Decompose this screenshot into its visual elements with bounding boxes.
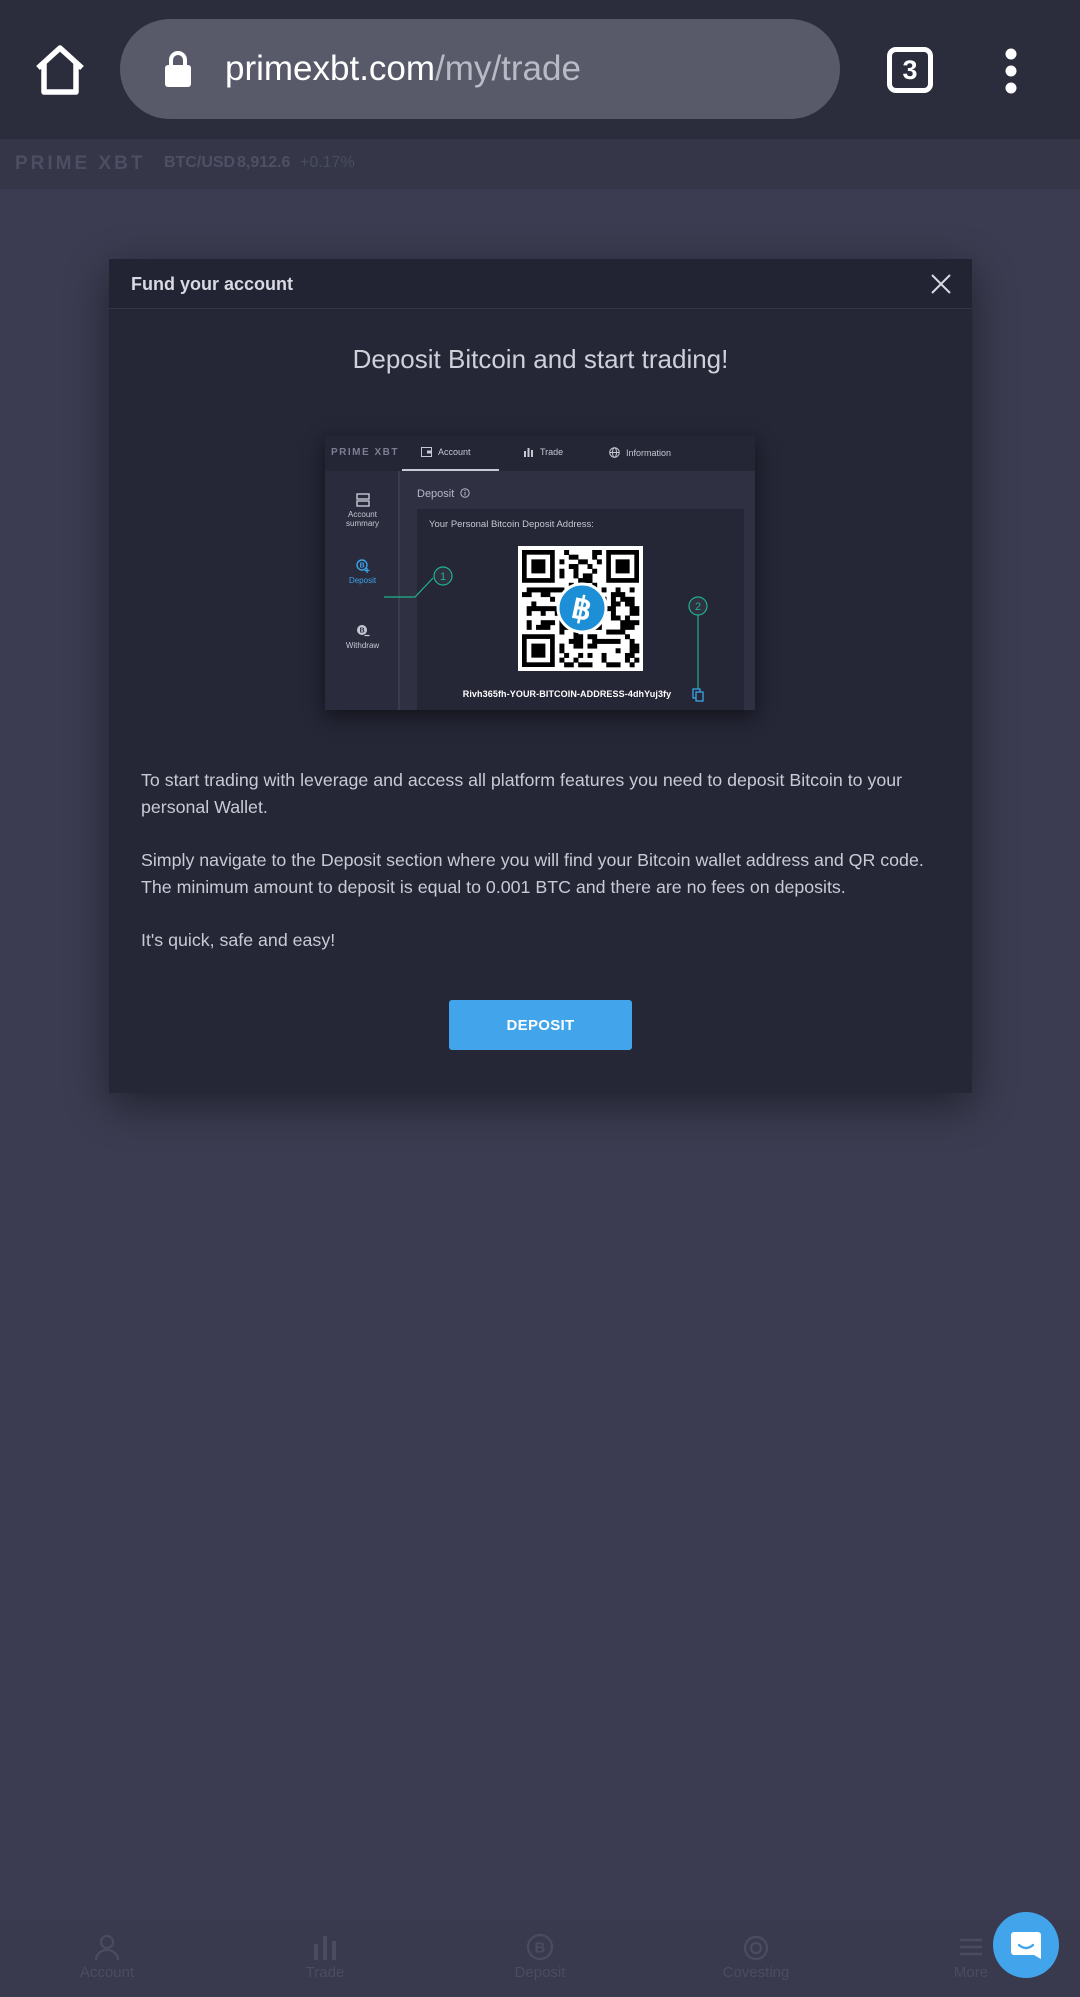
tabs-count-button[interactable]: 3 (887, 47, 933, 93)
ticker-change: +0.17% (300, 154, 355, 171)
paragraph-instructions: Simply navigate to the Deposit section w… (141, 850, 924, 897)
fund-account-modal: Fund your account Deposit Bitcoin and st… (109, 259, 972, 1093)
nav-covesting[interactable]: Covesting (676, 1932, 836, 1981)
chat-icon (1011, 1932, 1041, 1959)
browser-toolbar: primexbt.com/my/trade 3 (0, 0, 1080, 139)
coin-minus-icon: B (356, 625, 369, 637)
chat-button[interactable] (993, 1912, 1059, 1978)
globe-icon (609, 447, 620, 458)
chart-bars-icon (524, 448, 533, 457)
deposit-button[interactable]: DEPOSIT (449, 1000, 632, 1050)
illustration-deposit-label: Deposit (417, 488, 471, 500)
illustration-tab-indicator (402, 469, 499, 471)
svg-text:B: B (535, 1940, 546, 1957)
list-icon (355, 493, 370, 507)
modal-body: To start trading with leverage and acces… (141, 767, 941, 981)
illustration-tab-account: Account (421, 447, 471, 457)
chart-bars-icon (314, 1936, 336, 1960)
lock-icon (165, 51, 191, 87)
paragraph-intro: To start trading with leverage and acces… (141, 770, 903, 817)
illustration-address-panel: Your Personal Bitcoin Deposit Address: ฿… (417, 509, 744, 710)
bitcoin-coin-icon: B (526, 1933, 554, 1961)
ticker-price: 8,912.6 (237, 154, 291, 171)
app-header: PRIME XBT BTC/USD 8,912.6 +0.17% (0, 139, 1080, 189)
wallet-icon (421, 447, 432, 457)
app-logo: PRIME XBT (15, 153, 146, 174)
illustration-address-label: Your Personal Bitcoin Deposit Address: (429, 519, 594, 530)
svg-text:B: B (359, 563, 364, 570)
copy-icon (692, 688, 704, 702)
illustration-address: Rivh365fh-YOUR-BITCOIN-ADDRESS-4dhYuj3fy (462, 689, 672, 699)
home-icon[interactable] (32, 42, 88, 98)
close-icon[interactable] (930, 273, 952, 295)
bottom-navigation: Account Trade B Deposit Covesting More (0, 1920, 1080, 1997)
illustration-logo: PRIME XBT (331, 447, 399, 458)
user-icon (94, 1934, 120, 1961)
address-bar[interactable]: primexbt.com/my/trade (120, 19, 840, 119)
modal-heading: Deposit Bitcoin and start trading! (352, 344, 729, 374)
modal-title: Fund your account (131, 274, 293, 294)
illustration-topbar: PRIME XBT Account Trade Information (325, 436, 755, 471)
ticker-pair: BTC/USD (164, 154, 236, 171)
coin-plus-icon: B (355, 559, 369, 573)
illustration-sidebar-account-summary: Account summary (325, 493, 400, 528)
svg-text:B: B (359, 628, 364, 635)
modal-header: Fund your account (109, 259, 972, 309)
hamburger-icon (960, 1938, 982, 1956)
more-vert-icon[interactable] (996, 46, 1026, 96)
covesting-icon (743, 1935, 769, 1961)
info-icon (460, 488, 471, 498)
deposit-illustration: PRIME XBT Account Trade Information Acco… (325, 436, 755, 710)
qr-code-image: ฿ (518, 546, 643, 671)
illustration-sidebar: Account summary B Deposit B Withdraw (325, 471, 400, 710)
url-text: primexbt.com/my/trade (225, 49, 581, 88)
nav-deposit[interactable]: B Deposit (460, 1932, 620, 1981)
illustration-sidebar-deposit: B Deposit (325, 559, 400, 585)
illustration-sidebar-withdraw: B Withdraw (325, 624, 400, 650)
illustration-tab-information: Information (609, 447, 671, 458)
paragraph-closing: It's quick, safe and easy! (141, 930, 336, 950)
nav-account[interactable]: Account (27, 1932, 187, 1981)
illustration-tab-trade: Trade (523, 447, 563, 457)
nav-trade[interactable]: Trade (245, 1932, 405, 1981)
